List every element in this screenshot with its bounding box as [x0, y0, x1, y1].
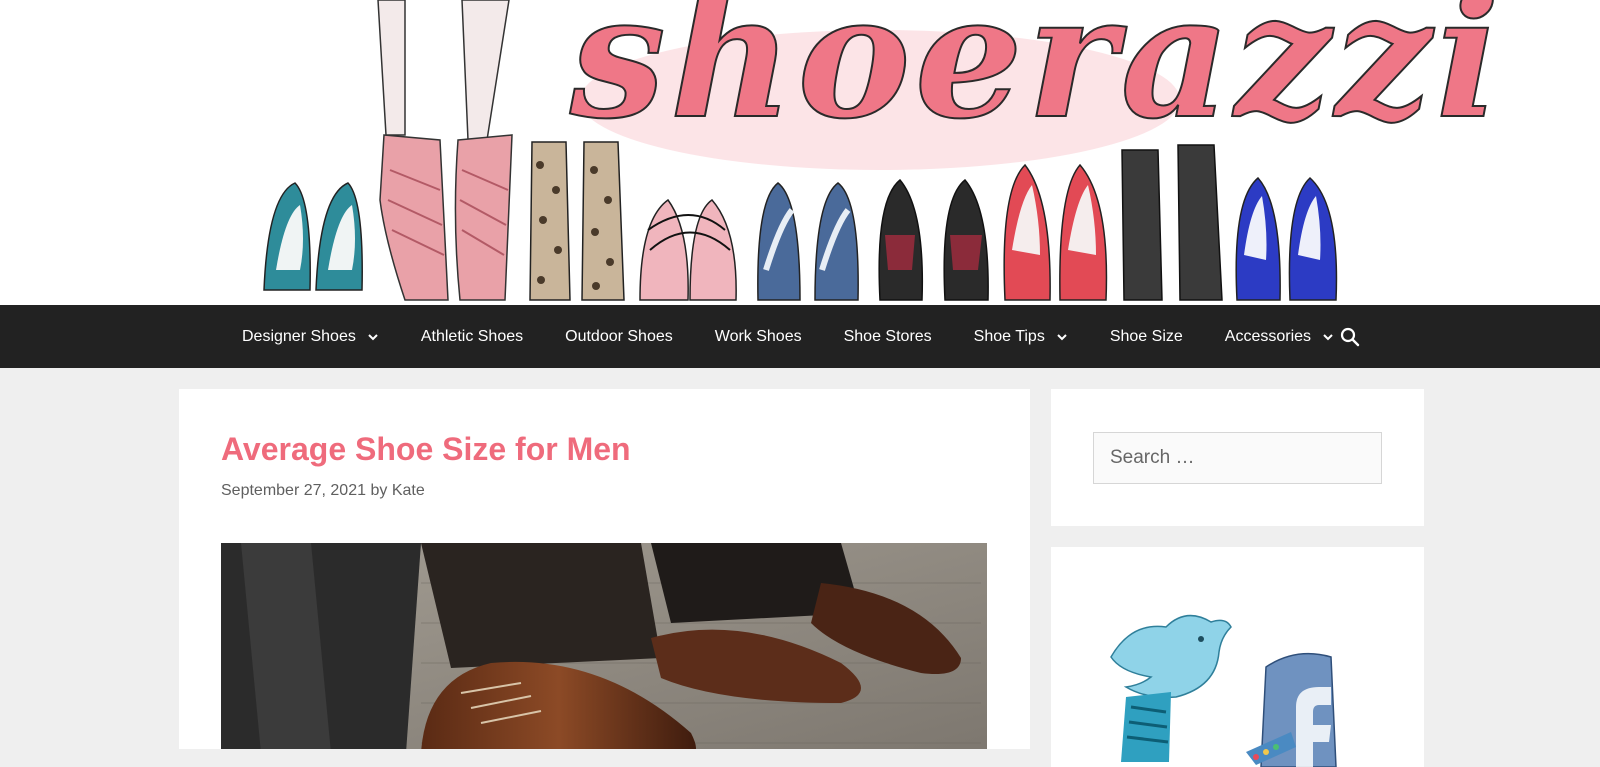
nav-item-work-shoes[interactable]: Work Shoes: [694, 305, 823, 368]
nav-item-label: Accessories: [1224, 327, 1312, 345]
search-icon: [1340, 327, 1360, 346]
nav-item-label: Athletic Shoes: [420, 327, 524, 345]
post-by-label: by: [370, 482, 388, 499]
nav-menu: Designer Shoes Athletic Shoes Outdoor Sh…: [221, 305, 1355, 368]
nav-item-label: Outdoor Shoes: [565, 327, 673, 345]
nav-item-shoe-stores[interactable]: Shoe Stores: [823, 305, 953, 368]
nav-item-label: Shoe Stores: [843, 327, 932, 345]
nav-item-label: Work Shoes: [714, 327, 802, 345]
post-author-link[interactable]: Kate: [392, 482, 425, 499]
nav-item-outdoor-shoes[interactable]: Outdoor Shoes: [544, 305, 694, 368]
nav-item-shoe-size[interactable]: Shoe Size: [1089, 305, 1204, 368]
nav-item-label: Shoe Tips: [973, 327, 1045, 345]
post-title[interactable]: Average Shoe Size for Men: [221, 431, 631, 468]
main-navigation: Designer Shoes Athletic Shoes Outdoor Sh…: [0, 305, 1600, 368]
nav-item-label: Shoe Size: [1109, 327, 1183, 345]
post-meta: September 27, 2021 by Kate: [221, 482, 425, 500]
nav-search-button[interactable]: [1330, 305, 1370, 368]
nav-item-designer-shoes[interactable]: Designer Shoes: [221, 305, 400, 368]
chevron-down-icon: [1057, 333, 1067, 340]
post-card: Average Shoe Size for Men September 27, …: [179, 389, 1030, 749]
nav-item-athletic-shoes[interactable]: Athletic Shoes: [400, 305, 544, 368]
search-input[interactable]: [1093, 432, 1382, 484]
sidebar-social-widget: [1051, 547, 1424, 767]
social-icons: [1110, 614, 1337, 767]
sidebar-search-widget: [1051, 389, 1424, 526]
twitter-icon[interactable]: [1110, 614, 1232, 762]
nav-item-label: Designer Shoes: [242, 327, 356, 345]
facebook-icon[interactable]: [1246, 652, 1337, 767]
nav-item-shoe-tips[interactable]: Shoe Tips: [953, 305, 1089, 368]
chevron-down-icon: [368, 333, 378, 340]
site-logo[interactable]: shoerazzi: [569, 0, 1504, 143]
featured-image: [221, 543, 987, 749]
men-shoes-photo: [221, 543, 987, 749]
post-date[interactable]: September 27, 2021: [221, 482, 366, 499]
site-header: shoerazzi: [0, 0, 1600, 305]
